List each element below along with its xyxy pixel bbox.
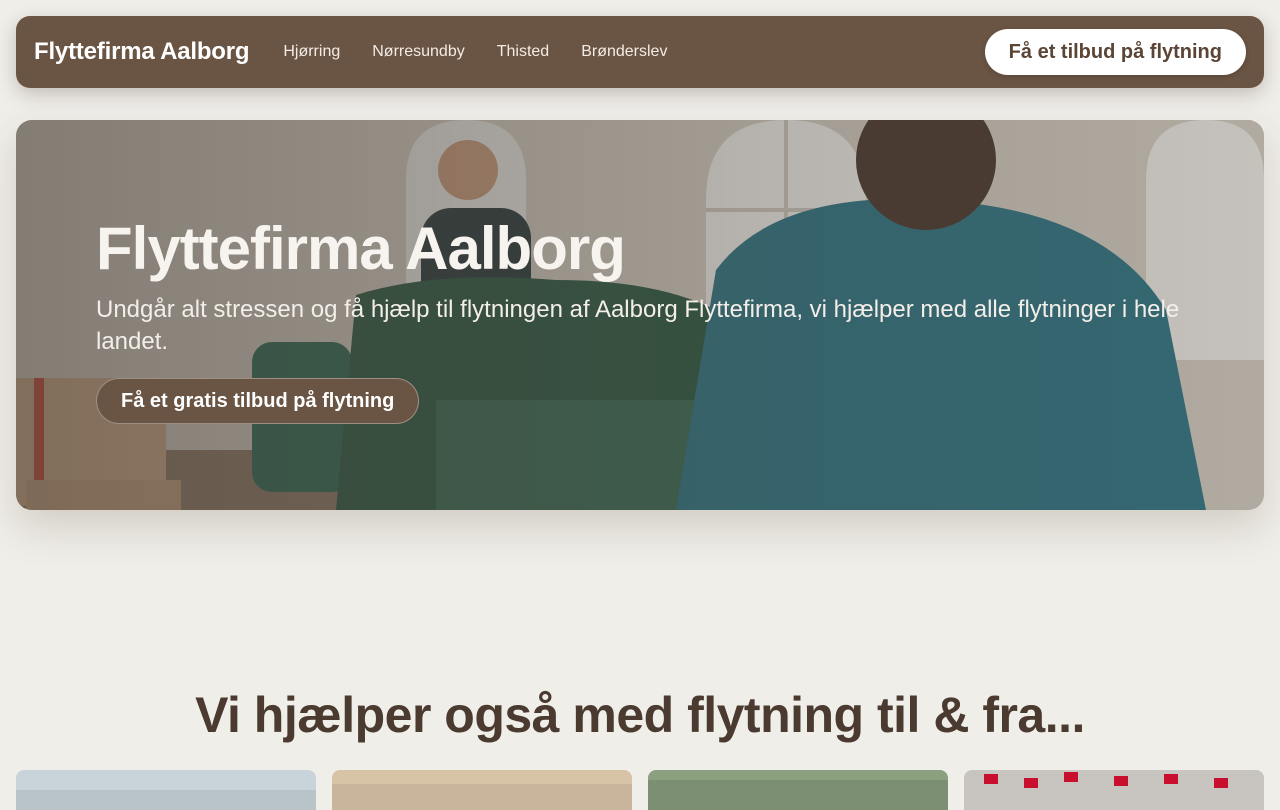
city-card-image — [16, 770, 316, 810]
nav-links: Hjørring Nørresundby Thisted Brønderslev — [267, 43, 683, 61]
nav-link-bronderslev[interactable]: Brønderslev — [581, 43, 667, 61]
hero-banner: Flyttefirma Aalborg Undgår alt stressen … — [16, 120, 1264, 510]
city-card[interactable] — [332, 770, 632, 810]
city-card-image — [964, 770, 1264, 810]
hero-subtitle: Undgår alt stressen og få hjælp til flyt… — [96, 296, 1180, 355]
brand-logo-text[interactable]: Flyttefirma Aalborg — [34, 38, 250, 66]
top-navbar: Flyttefirma Aalborg Hjørring Nørresundby… — [16, 16, 1264, 88]
nav-link-thisted[interactable]: Thisted — [497, 43, 549, 61]
city-card-image — [648, 770, 948, 810]
city-cards-row — [16, 770, 1264, 810]
city-card[interactable] — [648, 770, 948, 810]
city-card[interactable] — [16, 770, 316, 810]
city-card[interactable] — [964, 770, 1264, 810]
nav-link-hjorring[interactable]: Hjørring — [283, 43, 340, 61]
free-quote-button[interactable]: Få et gratis tilbud på flytning — [96, 378, 420, 424]
hero-content: Flyttefirma Aalborg Undgår alt stressen … — [96, 216, 1206, 424]
nav-link-norresundby[interactable]: Nørresundby — [372, 43, 464, 61]
section-title: Vi hjælper også med flytning til & fra..… — [195, 687, 1085, 743]
city-card-image — [332, 770, 632, 810]
get-quote-button[interactable]: Få et tilbud på flytning — [984, 29, 1246, 75]
hero-title: Flyttefirma Aalborg — [96, 215, 626, 282]
